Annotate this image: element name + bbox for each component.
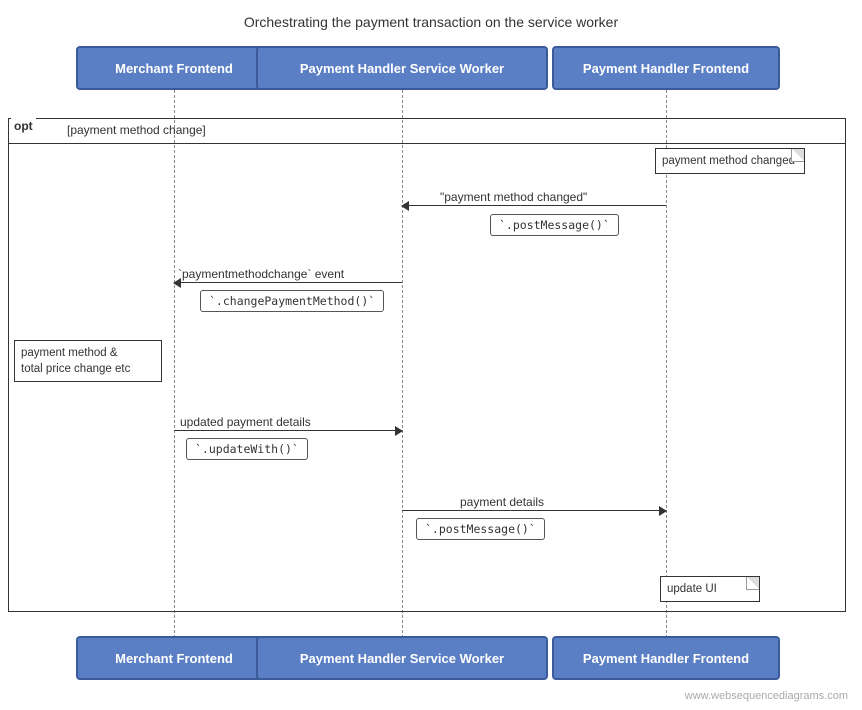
arrow-updated-payment — [174, 430, 402, 431]
actor-merchant-bottom: Merchant Frontend — [76, 636, 272, 680]
arrow-paymentmethodchange-label: `paymentmethodchange` event — [178, 267, 344, 281]
arrow-method-changed — [402, 205, 666, 206]
arrow-payment-details-label: payment details — [460, 495, 544, 509]
arrow-method-changed-label: "payment method changed" — [440, 190, 587, 204]
arrow-payment-details — [402, 510, 666, 511]
actor-serviceworker-bottom: Payment Handler Service Worker — [256, 636, 548, 680]
diagram-title: Orchestrating the payment transaction on… — [0, 14, 862, 30]
note-update-ui: update UI — [660, 576, 760, 602]
diagram-container: Orchestrating the payment transaction on… — [0, 0, 862, 710]
note-method-changed: payment method changed — [655, 148, 805, 174]
actor-merchant-top: Merchant Frontend — [76, 46, 272, 90]
method-updateWith: `.updateWith()` — [186, 438, 308, 460]
opt-label: opt — [11, 118, 36, 134]
note-payment-method: payment method & total price change etc — [14, 340, 162, 382]
actor-frontend-bottom: Payment Handler Frontend — [552, 636, 780, 680]
watermark: www.websequencediagrams.com — [685, 690, 848, 702]
arrow-paymentmethodchange — [174, 282, 402, 283]
opt-condition: [payment method change] — [67, 123, 206, 137]
actor-serviceworker-top: Payment Handler Service Worker — [256, 46, 548, 90]
method-postmessage-1: `.postMessage()` — [490, 214, 619, 236]
method-postmessage-2: `.postMessage()` — [416, 518, 545, 540]
method-changePaymentMethod: `.changePaymentMethod()` — [200, 290, 384, 312]
actor-frontend-top: Payment Handler Frontend — [552, 46, 780, 90]
arrow-updated-payment-label: updated payment details — [180, 415, 311, 429]
